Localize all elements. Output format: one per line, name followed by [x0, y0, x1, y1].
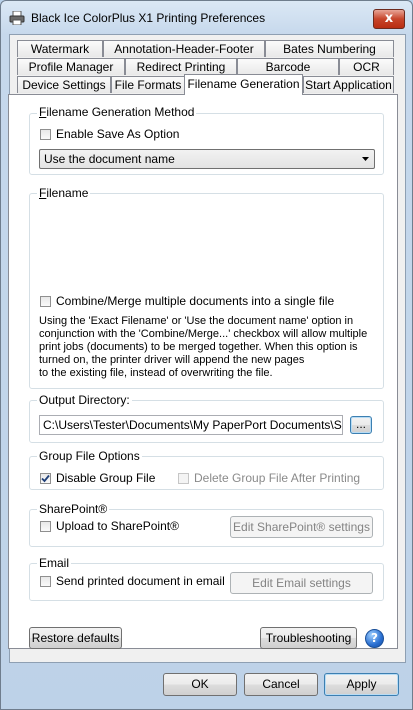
merge-note-line: Using the 'Exact Filename' or 'Use the d… [39, 315, 354, 327]
send-email-checkbox[interactable] [40, 576, 51, 587]
upload-sharepoint-checkbox[interactable] [40, 521, 51, 532]
merge-note-line: to the existing file, instead of overwri… [39, 367, 273, 379]
troubleshooting-button[interactable]: Troubleshooting [260, 627, 357, 649]
delete-group-file-label: Delete Group File After Printing [194, 471, 361, 485]
combine-merge-label: Combine/Merge multiple documents into a … [56, 294, 335, 308]
edit-email-settings-label: Edit Email settings [252, 576, 351, 590]
disable-group-file-checkbox[interactable] [40, 473, 51, 484]
merge-note-line: conjunction with the 'Combine/Merge...' … [39, 328, 368, 340]
tab-profile-manager[interactable]: Profile Manager [17, 58, 125, 75]
tab-start-application[interactable]: Start Application [303, 76, 394, 93]
tab-label: Bates Numbering [283, 42, 376, 56]
tab-watermark[interactable]: Watermark [17, 40, 103, 57]
combine-merge-checkbox[interactable] [40, 296, 51, 307]
upload-sharepoint-label: Upload to SharePoint® [56, 519, 179, 533]
edit-sharepoint-settings-button[interactable]: Edit SharePoint® settings [230, 516, 373, 538]
send-email-label: Send printed document in email [56, 574, 225, 588]
merge-note-line: turned on, the printer driver will appen… [39, 354, 305, 366]
tab-file-formats[interactable]: File Formats [111, 76, 185, 93]
chevron-down-icon [361, 153, 370, 168]
preferences-window: Black Ice ColorPlus X1 Printing Preferen… [0, 0, 413, 710]
cancel-label: Cancel [262, 677, 300, 691]
printer-icon [9, 10, 25, 26]
ok-button[interactable]: OK [163, 673, 237, 696]
enable-save-as-checkbox[interactable] [40, 129, 51, 140]
tab-page-filename-generation: Filename Generation Method Enable Save A… [8, 94, 398, 649]
filename-generation-method-title: Filename Generation Method [37, 105, 197, 119]
filename-method-select[interactable]: Use the document name [39, 149, 375, 169]
help-icon: ? [371, 631, 378, 645]
title-bar: Black Ice ColorPlus X1 Printing Preferen… [1, 1, 412, 35]
restore-defaults-label: Restore defaults [31, 631, 120, 645]
troubleshooting-label: Troubleshooting [265, 631, 352, 645]
close-button[interactable]: x [373, 9, 405, 29]
output-directory-value: C:\Users\Tester\Documents\My PaperPort D… [43, 418, 343, 432]
edit-email-settings-button[interactable]: Edit Email settings [230, 572, 373, 594]
tab-label: OCR [353, 60, 380, 74]
tab-label: Watermark [30, 42, 90, 56]
restore-defaults-button[interactable]: Restore defaults [29, 627, 122, 649]
cancel-button[interactable]: Cancel [244, 673, 318, 696]
checkmark-icon [41, 474, 50, 483]
filename-method-selected: Use the document name [44, 152, 175, 166]
tab-label: File Formats [114, 78, 182, 92]
output-directory-title: Output Directory: [37, 393, 132, 407]
browse-button[interactable]: ... [350, 416, 372, 434]
output-directory-input[interactable]: C:\Users\Tester\Documents\My PaperPort D… [39, 415, 343, 435]
ok-label: OK [191, 677, 209, 691]
tab-label: Profile Manager [28, 60, 114, 74]
close-icon: x [384, 11, 394, 26]
disable-group-file-label: Disable Group File [56, 471, 156, 485]
tab-barcode[interactable]: Barcode [237, 58, 339, 75]
enable-save-as-label: Enable Save As Option [56, 127, 180, 141]
browse-label: ... [355, 417, 366, 431]
tab-label: Redirect Printing [136, 60, 226, 74]
apply-label: Apply [346, 677, 377, 691]
edit-sharepoint-settings-label: Edit SharePoint® settings [233, 520, 370, 534]
merge-note: Using the 'Exact Filename' or 'Use the d… [39, 315, 379, 380]
tab-label: Barcode [265, 60, 311, 74]
tab-label: Device Settings [22, 78, 106, 92]
tab-ocr[interactable]: OCR [339, 58, 394, 75]
tab-label: Start Application [305, 78, 392, 92]
window-title: Black Ice ColorPlus X1 Printing Preferen… [31, 11, 266, 25]
group-file-options-title: Group File Options [37, 449, 142, 463]
delete-group-file-checkbox[interactable] [178, 473, 189, 484]
tab-label: Filename Generation [187, 77, 300, 91]
tab-device-settings[interactable]: Device Settings [17, 76, 111, 93]
tab-annotation-header-footer[interactable]: Annotation-Header-Footer [103, 40, 265, 57]
tab-filename-generation[interactable]: Filename Generation [184, 74, 303, 95]
sharepoint-title: SharePoint® [37, 502, 110, 516]
filename-title: Filename [37, 186, 91, 200]
tab-label: Annotation-Header-Footer [114, 42, 254, 56]
email-title: Email [37, 556, 72, 570]
apply-button[interactable]: Apply [324, 673, 399, 696]
merge-note-line: print jobs (documents) to be merged toge… [39, 341, 358, 353]
tab-redirect-printing[interactable]: Redirect Printing [125, 58, 237, 75]
help-button[interactable]: ? [365, 629, 384, 648]
tab-bates-numbering[interactable]: Bates Numbering [265, 40, 394, 57]
